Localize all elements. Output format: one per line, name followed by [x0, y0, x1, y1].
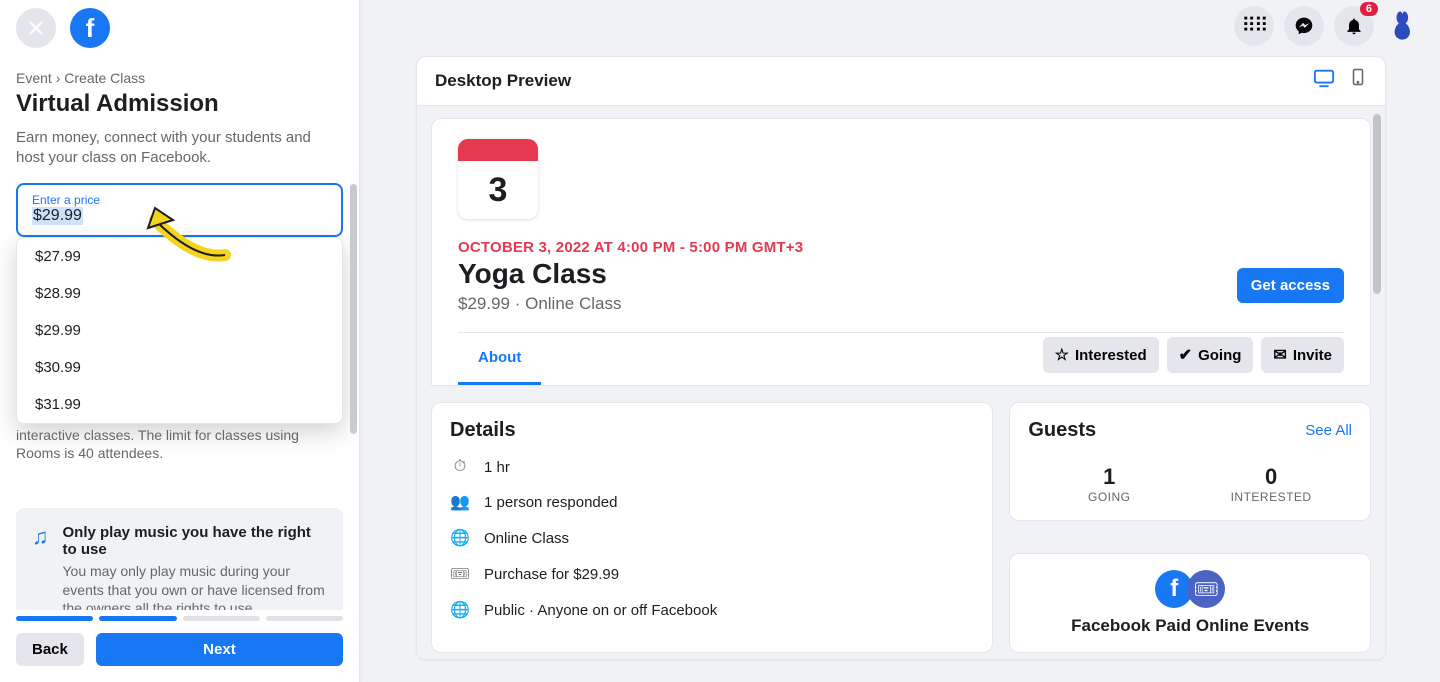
- guests-heading: Guests: [1028, 419, 1096, 442]
- price-input-field[interactable]: Enter a price $29.99: [16, 183, 343, 237]
- detail-type: 🌐 Online Class: [450, 528, 974, 548]
- account-avatar[interactable]: [1384, 6, 1424, 46]
- guests-card: Guests See All 1 Going 0 Interested: [1009, 402, 1371, 521]
- desktop-icon: [1313, 67, 1335, 89]
- desktop-preview-toggle[interactable]: [1313, 67, 1335, 95]
- paid-events-title: Facebook Paid Online Events: [1028, 616, 1352, 636]
- get-access-button[interactable]: Get access: [1237, 268, 1344, 303]
- tab-about[interactable]: About: [458, 333, 541, 385]
- step-progress: [0, 610, 359, 629]
- music-note-icon: ♫: [32, 524, 49, 610]
- detail-privacy: 🌐 Public · Anyone on or off Facebook: [450, 600, 974, 620]
- check-circle-icon: ✔: [1179, 345, 1192, 365]
- messenger-button[interactable]: [1284, 6, 1324, 46]
- interested-button[interactable]: ☆ Interested: [1043, 337, 1159, 373]
- rabbit-avatar-icon: [1387, 9, 1421, 43]
- paid-events-logos: f 🎟: [1155, 570, 1225, 608]
- invite-button[interactable]: ✉ Invite: [1261, 337, 1344, 373]
- globe-icon: 🌐: [450, 528, 470, 548]
- messenger-icon: [1294, 16, 1314, 36]
- price-option[interactable]: $31.99: [17, 386, 342, 423]
- going-label: Going: [1198, 347, 1241, 364]
- clock-icon: ⏱: [450, 458, 470, 476]
- event-subtitle: $29.99 · Online Class: [458, 294, 621, 314]
- going-button[interactable]: ✔ Going: [1167, 337, 1254, 373]
- price-dropdown: $27.99 $28.99 $29.99 $30.99 $31.99: [16, 237, 343, 424]
- progress-seg: [16, 616, 93, 621]
- bell-icon: [1344, 16, 1364, 36]
- price-option[interactable]: $27.99: [17, 238, 342, 275]
- detail-responded: 👥 1 person responded: [450, 492, 974, 512]
- music-notice-desc: You may only play music during your even…: [63, 562, 328, 610]
- calendar-day: 3: [458, 161, 538, 219]
- details-heading: Details: [450, 419, 974, 442]
- breadcrumb-sep: ›: [56, 70, 61, 86]
- page-description: Earn money, connect with your students a…: [16, 128, 343, 167]
- menu-button[interactable]: ⠿⠿: [1234, 6, 1274, 46]
- public-icon: 🌐: [450, 600, 470, 620]
- event-title: Yoga Class: [458, 258, 621, 290]
- attendee-limit-note: interactive classes. The limit for class…: [16, 426, 343, 462]
- preview-label: Desktop Preview: [435, 71, 571, 91]
- mobile-icon: [1349, 67, 1367, 87]
- ticket-icon: 🎟: [450, 564, 470, 584]
- notifications-button[interactable]: 6: [1334, 6, 1374, 46]
- next-button[interactable]: Next: [96, 633, 343, 666]
- notifications-badge: 6: [1360, 2, 1378, 16]
- paid-events-card: f 🎟 Facebook Paid Online Events: [1009, 553, 1371, 653]
- event-date-line: OCTOBER 3, 2022 AT 4:00 PM - 5:00 PM GMT…: [458, 239, 1344, 256]
- mobile-preview-toggle[interactable]: [1349, 67, 1367, 95]
- back-button[interactable]: Back: [16, 633, 84, 666]
- music-rights-notice: ♫ Only play music you have the right to …: [16, 508, 343, 610]
- interested-count: 0 Interested: [1190, 464, 1352, 504]
- grid-icon: ⠿⠿: [1241, 20, 1266, 32]
- progress-seg: [99, 616, 176, 621]
- people-icon: 👥: [450, 492, 470, 512]
- ticket-circle-icon: 🎟: [1187, 570, 1225, 608]
- event-columns: Details ⏱ 1 hr 👥 1 person responded 🌐 On…: [431, 402, 1371, 653]
- price-input-value[interactable]: $29.99: [32, 207, 83, 225]
- see-all-link[interactable]: See All: [1305, 422, 1352, 439]
- breadcrumb-current[interactable]: Create Class: [64, 70, 145, 86]
- breadcrumb: Event › Create Class: [16, 70, 343, 86]
- price-option[interactable]: $30.99: [17, 349, 342, 386]
- create-event-sidebar: f Event › Create Class Virtual Admission…: [0, 0, 360, 682]
- sidebar-scrollbar[interactable]: [350, 184, 357, 434]
- star-icon: ☆: [1055, 345, 1069, 365]
- preview-panel: Desktop Preview 3 OCTOBER 3, 2022 AT 4:0…: [416, 56, 1386, 660]
- envelope-icon: ✉: [1273, 345, 1286, 365]
- header-tray: ⠿⠿ 6: [1234, 6, 1424, 46]
- interested-label: Interested: [1075, 347, 1147, 364]
- music-notice-title: Only play music you have the right to us…: [63, 524, 328, 558]
- breadcrumb-root[interactable]: Event: [16, 70, 52, 86]
- calendar-icon: 3: [458, 139, 538, 219]
- progress-seg: [183, 616, 260, 621]
- close-button[interactable]: [16, 8, 56, 48]
- detail-duration: ⏱ 1 hr: [450, 458, 974, 476]
- guest-counts: 1 Going 0 Interested: [1028, 464, 1352, 504]
- invite-label: Invite: [1293, 347, 1332, 364]
- price-input-label: Enter a price: [32, 193, 327, 207]
- details-card: Details ⏱ 1 hr 👥 1 person responded 🌐 On…: [431, 402, 993, 653]
- going-count: 1 Going: [1028, 464, 1190, 504]
- facebook-logo[interactable]: f: [70, 8, 110, 48]
- page-title: Virtual Admission: [16, 90, 343, 118]
- price-option[interactable]: $29.99: [17, 312, 342, 349]
- sidebar-top-bar: f: [0, 0, 359, 56]
- device-toggle: [1313, 67, 1367, 95]
- preview-scrollbar[interactable]: [1373, 114, 1381, 294]
- preview-header: Desktop Preview: [417, 57, 1385, 105]
- sidebar-footer: Back Next: [0, 629, 359, 682]
- preview-body: 3 OCTOBER 3, 2022 AT 4:00 PM - 5:00 PM G…: [417, 105, 1385, 659]
- sidebar-content: Event › Create Class Virtual Admission E…: [0, 56, 359, 610]
- progress-seg: [266, 616, 343, 621]
- detail-purchase: 🎟 Purchase for $29.99: [450, 564, 974, 584]
- close-icon: [27, 19, 45, 37]
- event-hero-card: 3 OCTOBER 3, 2022 AT 4:00 PM - 5:00 PM G…: [431, 118, 1371, 386]
- event-tabs: About ☆ Interested ✔ Going ✉ Invite: [458, 332, 1344, 385]
- price-option[interactable]: $28.99: [17, 275, 342, 312]
